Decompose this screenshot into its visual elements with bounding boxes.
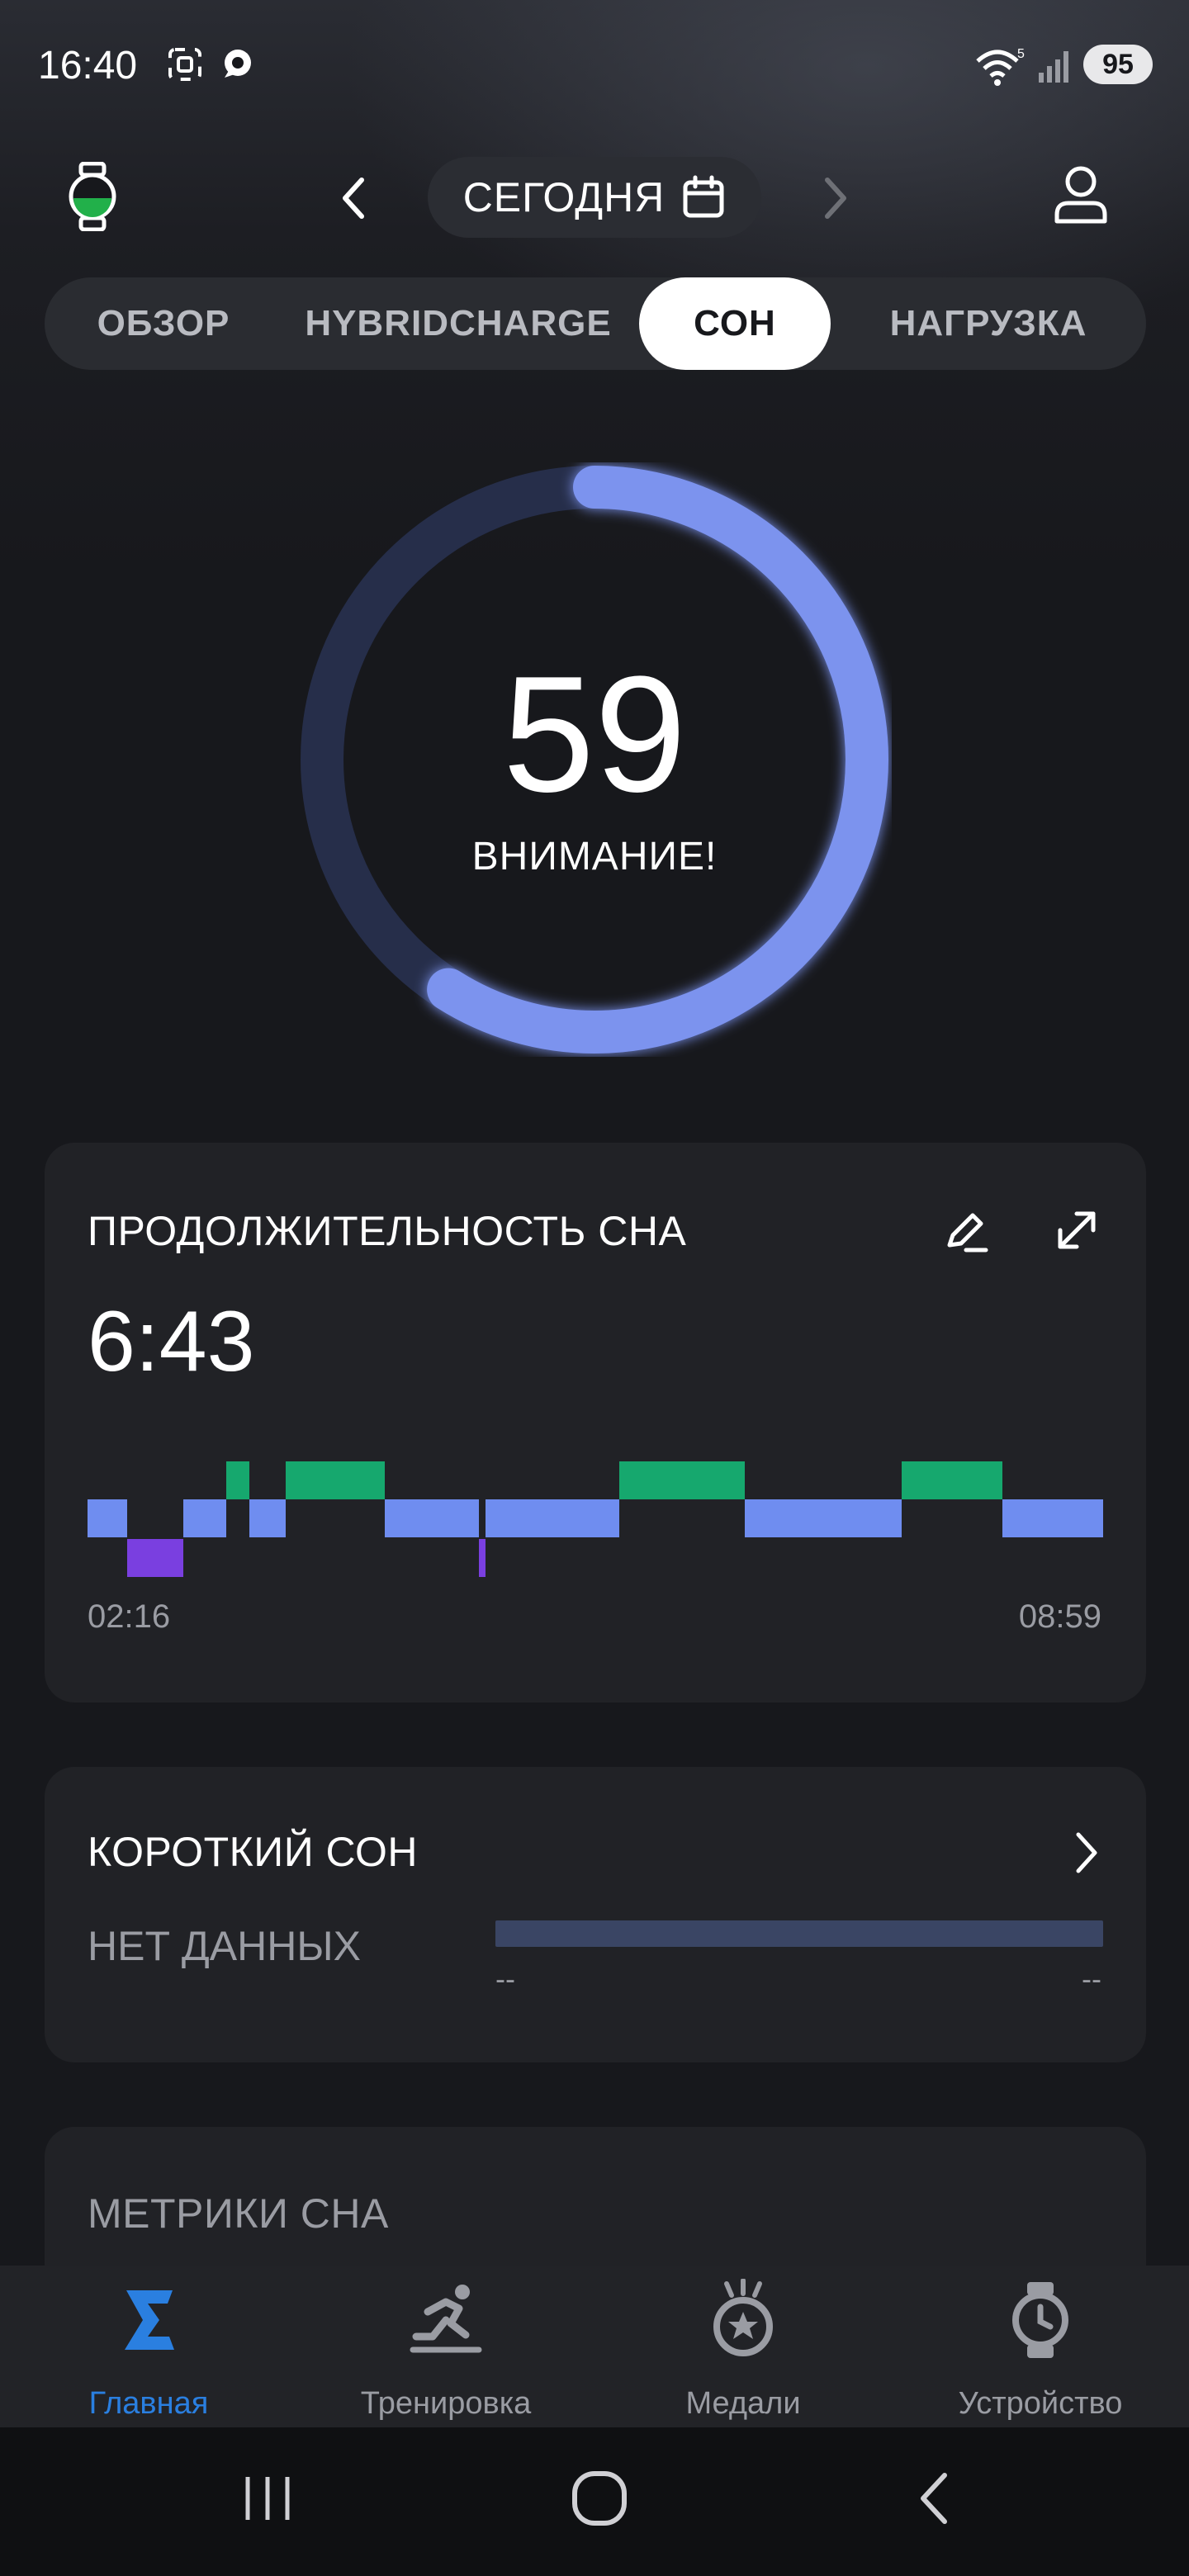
date-label: СЕГОДНЯ: [462, 174, 666, 220]
nap-range-bar: [495, 1920, 1103, 1947]
nap-range-end: --: [1082, 1962, 1101, 1996]
medal-icon: [713, 2278, 773, 2356]
watch-icon: [1012, 2282, 1068, 2358]
stage-light-seg: [486, 1499, 619, 1537]
stage-light-seg: [1002, 1499, 1103, 1537]
nap-title: КОРОТКИЙ СОН: [88, 1829, 419, 1875]
prev-day-chevron-icon[interactable]: [334, 173, 375, 223]
stage-awake-seg: [902, 1461, 1002, 1499]
nav-device-label: Устройство: [958, 2386, 1123, 2421]
sleep-end-time: 08:59: [1018, 1598, 1101, 1635]
next-day-chevron-icon[interactable]: [814, 173, 855, 223]
sleep-stages-chart: [88, 1461, 1103, 1577]
stage-light-seg: [249, 1499, 286, 1537]
date-selector[interactable]: СЕГОДНЯ: [428, 157, 761, 238]
expand-icon[interactable]: [1052, 1205, 1101, 1255]
nav-home[interactable]: [0, 2279, 297, 2365]
nap-range-start: --: [495, 1962, 515, 1996]
tab-overview[interactable]: ОБЗОР: [63, 277, 264, 370]
sleep-score-label: ВНИМАНИЕ!: [471, 835, 718, 878]
sleep-score-value: 59: [502, 642, 687, 826]
stage-deep-seg: [479, 1539, 486, 1577]
nap-status: НЕТ ДАННЫХ: [88, 1923, 361, 1969]
calendar-icon: [683, 175, 724, 218]
sleep-duration-value: 6:43: [88, 1294, 255, 1390]
back-button-icon[interactable]: [912, 2469, 958, 2528]
sleep-metrics-title: МЕТРИКИ СНА: [88, 2190, 389, 2237]
status-notification-icons: [165, 45, 256, 84]
nav-training-label: Тренировка: [360, 2386, 532, 2421]
stage-light-seg: [183, 1499, 226, 1537]
watch-status-icon[interactable]: [66, 162, 119, 231]
home-button-icon[interactable]: [570, 2469, 629, 2528]
sigma-icon: [125, 2290, 174, 2350]
stage-awake-seg: [286, 1461, 385, 1499]
nav-medals-label: Медали: [685, 2386, 801, 2421]
nav-device[interactable]: [892, 2279, 1189, 2365]
sleep-start-time: 02:16: [88, 1598, 171, 1635]
edit-pencil-icon[interactable]: [941, 1207, 991, 1257]
tab-hybridcharge[interactable]: HYBRIDCHARGE: [297, 277, 619, 370]
tab-sleep[interactable]: СОН: [639, 277, 831, 370]
nap-chevron-right-icon[interactable]: [1070, 1830, 1103, 1876]
nap-card[interactable]: [45, 1767, 1146, 2062]
chat-bubble-icon: [225, 50, 251, 78]
stage-light-seg: [88, 1499, 127, 1537]
nav-training[interactable]: [297, 2279, 594, 2365]
stage-light-seg: [385, 1499, 479, 1537]
runner-icon: [410, 2285, 482, 2353]
svg-text:5: 5: [1017, 47, 1025, 61]
signal-icon: [1039, 51, 1068, 83]
screenshot-icon: [168, 48, 201, 81]
wifi-icon: 5: [976, 47, 1025, 86]
battery-indicator: 95: [1083, 45, 1153, 84]
nav-home-label: Главная: [88, 2386, 209, 2421]
nav-medals[interactable]: [594, 2278, 892, 2365]
stage-awake-seg: [619, 1461, 745, 1499]
profile-icon[interactable]: [1052, 163, 1110, 226]
stage-deep-seg: [127, 1539, 183, 1577]
stage-light-seg: [745, 1499, 902, 1537]
status-time: 16:40: [38, 44, 138, 88]
recent-apps-icon[interactable]: [241, 2472, 294, 2525]
sleep-duration-title: ПРОДОЛЖИТЕЛЬНОСТЬ СНА: [88, 1208, 687, 1254]
stage-awake-seg: [226, 1461, 249, 1499]
tab-load[interactable]: НАГРУЗКА: [867, 277, 1110, 370]
